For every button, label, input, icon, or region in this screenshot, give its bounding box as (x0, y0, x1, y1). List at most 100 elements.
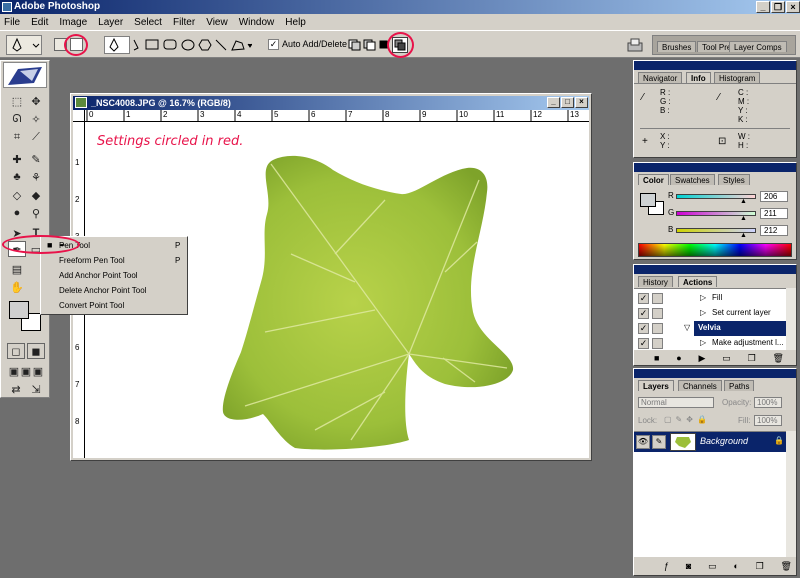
green-value-input[interactable]: 211 (760, 208, 788, 219)
opacity-input[interactable]: 100% (754, 397, 782, 408)
healing-brush-icon[interactable]: ✚ (8, 151, 26, 167)
brush-link-icon[interactable]: ✎ (652, 435, 666, 449)
full-screen-icon[interactable]: ▣ (29, 363, 47, 379)
close-button[interactable]: × (786, 1, 800, 13)
menu-edit[interactable]: Edit (31, 17, 48, 28)
adjustment-layer-icon[interactable]: ◐ (733, 561, 738, 573)
eraser-tool-icon[interactable]: ◇ (8, 187, 26, 203)
quick-mask-icon[interactable]: ◼ (27, 343, 45, 359)
delete-icon[interactable]: 🗑 (773, 353, 784, 365)
dodge-tool-icon[interactable]: ⚲ (27, 205, 45, 221)
blend-mode-select[interactable]: Normal (638, 397, 714, 408)
swatches-tab[interactable]: Swatches (670, 174, 715, 185)
action-row[interactable]: ✓ ▷ Make adjustment l... (634, 336, 786, 351)
foreground-color-swatch-top[interactable] (9, 301, 29, 319)
jump-to-imageready-icon[interactable]: ⇲ (27, 381, 45, 397)
layer-row-background[interactable]: 👁 ✎ Background 🔒 (634, 432, 786, 452)
flyout-item-add-anchor[interactable]: Add Anchor Point Tool (41, 268, 187, 283)
layers-scrollbar[interactable] (786, 431, 796, 557)
layer-comps-tab[interactable]: Layer Comps (729, 41, 787, 52)
new-action-icon[interactable]: ❐ (748, 353, 756, 365)
menu-file[interactable]: File (4, 17, 20, 28)
action-toggle-checkbox[interactable]: ✓ (638, 338, 649, 349)
menu-view[interactable]: View (206, 17, 228, 28)
history-tab[interactable]: History (638, 276, 673, 287)
magic-wand-icon[interactable]: ✧ (27, 111, 45, 127)
delete-layer-icon[interactable]: 🗑 (781, 561, 792, 573)
layers-tab[interactable]: Layers (638, 380, 674, 391)
blur-tool-icon[interactable]: ● (8, 205, 26, 221)
lock-icons[interactable]: ▢✎✥🔒 (664, 415, 711, 424)
action-toggle-checkbox[interactable]: ✓ (638, 323, 649, 334)
action-toggle-checkbox[interactable]: ✓ (638, 293, 649, 304)
menu-window[interactable]: Window (239, 17, 275, 28)
menu-select[interactable]: Select (134, 17, 162, 28)
slider-thumb-icon[interactable]: ▲ (740, 198, 747, 205)
history-brush-icon[interactable]: ⚘ (27, 169, 45, 185)
brush-tool-icon[interactable]: ✎ (27, 151, 45, 167)
flyout-item-freeform-pen[interactable]: Freeform Pen Tool P (41, 253, 187, 268)
move-tool-icon[interactable]: ✥ (27, 93, 45, 109)
clone-stamp-icon[interactable]: ♣ (8, 169, 26, 185)
menu-layer[interactable]: Layer (98, 17, 123, 28)
stop-icon[interactable]: ■ (654, 353, 659, 365)
styles-tab[interactable]: Styles (718, 174, 750, 185)
play-icon[interactable]: ▶ (699, 353, 706, 365)
pen-tool-mode-button[interactable] (104, 36, 130, 54)
imageready-icon[interactable]: ⇄ (7, 381, 25, 397)
foreground-color-swatch-top[interactable] (640, 193, 656, 207)
blue-value-input[interactable]: 212 (760, 225, 788, 236)
doc-minimize-button[interactable]: _ (547, 97, 560, 108)
fill-input[interactable]: 100% (754, 415, 782, 426)
new-layer-icon[interactable]: ❐ (756, 561, 764, 573)
menu-help[interactable]: Help (285, 17, 306, 28)
crop-tool-icon[interactable]: ⌗ (8, 129, 26, 145)
eye-icon[interactable]: 👁 (636, 435, 650, 449)
layer-style-icon[interactable]: ƒ (664, 561, 669, 573)
dialog-toggle-checkbox[interactable] (652, 308, 663, 319)
channels-tab[interactable]: Channels (678, 380, 722, 391)
horizontal-ruler[interactable]: 0 1 2 3 4 5 6 7 8 9 10 11 12 13 (85, 110, 589, 122)
brushes-tab[interactable]: Brushes (657, 41, 697, 52)
marquee-tool-icon[interactable]: ⬚ (8, 93, 26, 109)
hand-tool-icon[interactable]: ✋ (8, 279, 26, 295)
slider-thumb-icon[interactable]: ▲ (740, 215, 747, 222)
menu-filter[interactable]: Filter (173, 17, 195, 28)
info-tab[interactable]: Info (686, 72, 711, 83)
dialog-toggle-checkbox[interactable] (652, 323, 663, 334)
file-browser-icon[interactable] (626, 37, 644, 53)
restore-button[interactable]: ❐ (771, 1, 785, 13)
action-row[interactable]: ✓ ▷ Fill (634, 291, 786, 306)
paths-tab[interactable]: Paths (724, 380, 755, 391)
flyout-item-delete-anchor[interactable]: Delete Anchor Point Tool (41, 283, 187, 298)
actions-scrollbar[interactable] (786, 288, 796, 350)
dialog-toggle-checkbox[interactable] (652, 338, 663, 349)
tool-preset-picker[interactable] (6, 35, 42, 55)
new-set-icon[interactable]: ▭ (722, 353, 731, 365)
action-toggle-checkbox[interactable]: ✓ (638, 308, 649, 319)
menu-image[interactable]: Image (59, 17, 87, 28)
expand-triangle-icon[interactable]: ▽ (684, 323, 690, 332)
paint-bucket-icon[interactable]: ◆ (27, 187, 45, 203)
slider-thumb-icon[interactable]: ▲ (740, 232, 747, 239)
action-row-selected[interactable]: ✓ ▽ Velvia (634, 321, 786, 336)
flyout-item-convert-point[interactable]: Convert Point Tool (41, 298, 187, 313)
red-value-input[interactable]: 206 (760, 191, 788, 202)
action-row[interactable]: ✓ ▷ Set current layer (634, 306, 786, 321)
lasso-tool-icon[interactable]: ᘏ (8, 111, 26, 127)
actions-tab[interactable]: Actions (678, 276, 718, 287)
color-ramp[interactable] (638, 243, 792, 257)
doc-maximize-button[interactable]: □ (561, 97, 574, 108)
standard-mode-icon[interactable]: ◻ (7, 343, 25, 359)
auto-add-delete-checkbox[interactable]: ✓ (268, 39, 279, 50)
record-icon[interactable]: ● (676, 353, 681, 365)
color-tab[interactable]: Color (638, 174, 669, 185)
slice-tool-icon[interactable]: ⟋ (27, 129, 45, 145)
new-group-icon[interactable]: ▭ (708, 561, 717, 573)
histogram-tab[interactable]: Histogram (714, 72, 761, 83)
layer-mask-icon[interactable]: ◙ (686, 561, 691, 573)
navigator-tab[interactable]: Navigator (638, 72, 683, 83)
ruler-origin[interactable] (73, 110, 85, 122)
doc-close-button[interactable]: × (575, 97, 588, 108)
shape-tools-row[interactable] (132, 37, 252, 53)
